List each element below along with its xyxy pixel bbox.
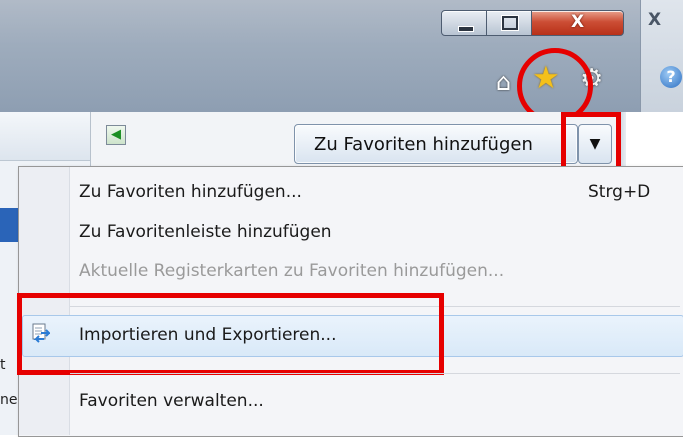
close-icon: X — [570, 12, 585, 32]
left-partial-text-2: ne — [0, 392, 18, 408]
menu-item-add-favorite-shortcut: Strg+D — [588, 182, 651, 202]
maximize-icon — [501, 15, 519, 31]
minimize-button[interactable] — [441, 10, 488, 36]
menu-item-add-to-favorites-bar[interactable]: Zu Favoritenleiste hinzufügen — [79, 222, 332, 242]
background-window-strip — [640, 0, 683, 112]
help-icon[interactable]: ? — [660, 66, 682, 88]
menu-item-add-favorite[interactable]: Zu Favoriten hinzufügen... — [79, 182, 302, 202]
close-button[interactable]: X — [531, 10, 624, 36]
menu-item-add-current-tabs: Aktuelle Registerkarten zu Favoriten hin… — [79, 261, 505, 281]
add-to-favorites-label: Zu Favoriten hinzufügen — [314, 134, 533, 155]
maximize-button[interactable] — [486, 10, 533, 36]
left-pane-selection — [0, 208, 18, 242]
left-pane-header — [0, 112, 90, 161]
home-icon[interactable]: ⌂ — [496, 68, 511, 96]
menu-item-manage-favorites[interactable]: Favoriten verwalten... — [79, 391, 264, 411]
left-partial-text: t — [0, 357, 6, 373]
back-arrow-icon[interactable]: ◀ — [106, 125, 126, 145]
menu-separator-2 — [70, 373, 680, 374]
annotation-box-import-export — [17, 293, 444, 375]
background-close-icon[interactable]: X — [648, 10, 661, 30]
minimize-icon — [458, 26, 474, 32]
